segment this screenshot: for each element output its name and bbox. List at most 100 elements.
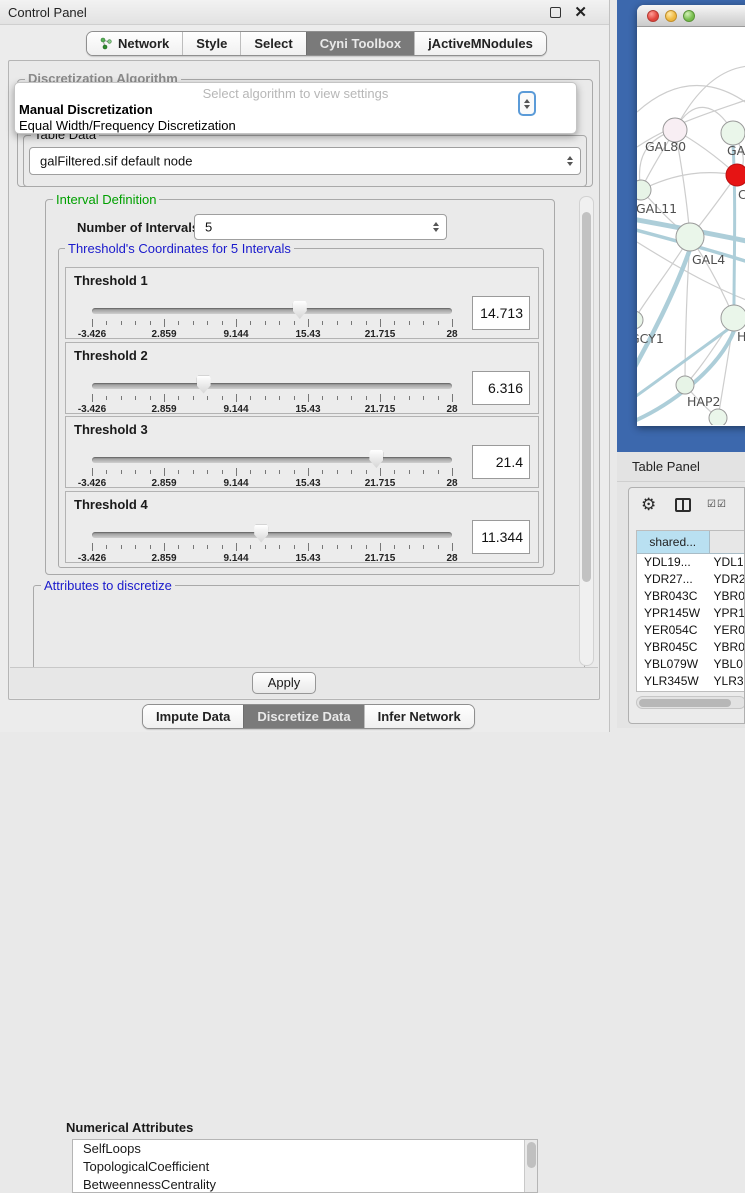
minimize-traffic-light-icon[interactable] [665, 10, 677, 22]
attribute-list-item[interactable]: SelfLoops [73, 1140, 537, 1158]
slider-thumb[interactable] [197, 376, 211, 394]
table-cell[interactable]: YPR145W [637, 605, 710, 622]
table-cell[interactable]: YLR345W [637, 673, 710, 690]
network-node[interactable] [721, 305, 745, 331]
table-row[interactable]: YBL079WYBL0 [637, 656, 745, 673]
network-node[interactable] [637, 180, 651, 200]
attribute-list-item[interactable]: BetweennessCentrality [73, 1176, 537, 1193]
threshold-slider[interactable]: -3.4262.8599.14415.4321.71528 [92, 308, 452, 338]
tab-style[interactable]: Style [182, 32, 240, 55]
settings-scrollbar[interactable] [579, 196, 594, 666]
dropdown-item-equal-width-frequency[interactable]: Equal Width/Frequency Discretization [19, 118, 236, 133]
table-cell[interactable]: YBR043C [637, 588, 710, 605]
network-node[interactable] [637, 311, 643, 329]
threshold-value-field[interactable] [472, 520, 530, 554]
slider-tick-labels: -3.4262.8599.14415.4321.71528 [92, 553, 452, 565]
threshold-value-field[interactable] [472, 445, 530, 479]
numerical-attributes-list[interactable]: SelfLoopsTopologicalCoefficientBetweenne… [72, 1139, 538, 1193]
close-traffic-light-icon[interactable] [647, 10, 659, 22]
tick-label: 9.144 [223, 329, 248, 340]
table-row[interactable]: YPR145WYPR1 [637, 605, 745, 622]
table-cell[interactable]: YDR27... [637, 571, 710, 588]
table-cell[interactable]: YDL1 [710, 554, 745, 571]
tab-network[interactable]: Network [87, 32, 182, 55]
slider-tick-labels: -3.4262.8599.14415.4321.71528 [92, 404, 452, 416]
scrollbar-thumb[interactable] [527, 1142, 536, 1168]
scrollbar-thumb[interactable] [639, 699, 731, 707]
dropdown-item-manual-discretization[interactable]: Manual Discretization [19, 102, 153, 117]
table-cell[interactable]: YBR0 [710, 588, 745, 605]
slider-thumb[interactable] [369, 450, 383, 468]
table-row[interactable]: YBR045CYBR0 [637, 639, 745, 656]
number-of-intervals-combobox[interactable]: 5 [194, 214, 447, 240]
table-row[interactable]: YER054CYER0 [637, 622, 745, 639]
gear-icon[interactable]: ⚙ [641, 495, 656, 515]
tick-label: -3.426 [78, 478, 106, 489]
node-label: GAL80 [645, 139, 686, 154]
slider-track[interactable] [92, 532, 452, 538]
zoom-traffic-light-icon[interactable] [683, 10, 695, 22]
threshold-slider[interactable]: -3.4262.8599.14415.4321.71528 [92, 457, 452, 487]
attributes-list-scrollbar[interactable] [524, 1140, 537, 1192]
network-node[interactable] [676, 223, 704, 251]
table-row[interactable]: YDR27...YDR2 [637, 571, 745, 588]
columns-icon[interactable] [675, 498, 691, 512]
table-row[interactable]: YBR043CYBR0 [637, 588, 745, 605]
network-view-window: GAL80GAL11GAL4GCY1HHAP2GAC [637, 5, 745, 426]
network-window-titlebar[interactable] [637, 5, 745, 27]
table-data-combobox[interactable]: galFiltered.sif default node [29, 147, 581, 175]
table-horizontal-scrollbar[interactable] [636, 696, 745, 709]
select-columns-icon[interactable]: ☑☑ [707, 499, 727, 510]
table-row[interactable]: YDL19...YDL1 [637, 554, 745, 571]
table-cell[interactable]: YER054C [637, 622, 710, 639]
algorithm-dropdown-popup: Select algorithm to view settings Manual… [14, 82, 577, 134]
column-header-name[interactable]: na [710, 531, 745, 553]
table-cell[interactable]: YDR2 [710, 571, 745, 588]
slider-track[interactable] [92, 308, 452, 314]
number-of-intervals-value: 5 [205, 220, 212, 235]
table-cell[interactable]: YBR045C [637, 639, 710, 656]
network-node[interactable] [726, 164, 745, 186]
tab-jactivemnodules[interactable]: jActiveMNodules [414, 32, 546, 55]
attribute-list-item[interactable]: TopologicalCoefficient [73, 1158, 537, 1176]
table-cell[interactable]: YPR1 [710, 605, 745, 622]
tab-infer-network[interactable]: Infer Network [364, 705, 474, 728]
table-row[interactable]: YLR345WYLR3 [637, 673, 745, 690]
tab-cyni-toolbox[interactable]: Cyni Toolbox [306, 32, 414, 55]
algorithm-combobox-stepper[interactable] [518, 91, 536, 116]
tick-label: 9.144 [223, 478, 248, 489]
tick-label: 9.144 [223, 553, 248, 564]
table-cell[interactable]: YLR3 [710, 673, 745, 690]
node-label: HAP2 [687, 394, 720, 409]
table-cell[interactable]: YER0 [710, 622, 745, 639]
apply-button[interactable]: Apply [252, 672, 316, 694]
network-canvas[interactable]: GAL80GAL11GAL4GCY1HHAP2GAC [637, 27, 745, 425]
table-cell[interactable]: YBL079W [637, 656, 710, 673]
table-cell[interactable]: YBL0 [710, 656, 745, 673]
network-node[interactable] [676, 376, 694, 394]
network-node[interactable] [721, 121, 745, 145]
network-node[interactable] [709, 409, 727, 425]
threshold-value-field[interactable] [472, 296, 530, 330]
node-label: GA [727, 143, 745, 158]
tab-impute-data[interactable]: Impute Data [143, 705, 243, 728]
slider-thumb[interactable] [254, 525, 268, 543]
close-icon[interactable]: ✕ [574, 3, 587, 21]
threshold-slider[interactable]: -3.4262.8599.14415.4321.71528 [92, 383, 452, 413]
threshold-value-field[interactable] [472, 371, 530, 405]
scrollbar-thumb[interactable] [582, 212, 591, 582]
thresholds-group-title: Threshold's Coordinates for 5 Intervals [65, 241, 294, 256]
threshold-slider[interactable]: -3.4262.8599.14415.4321.71528 [92, 532, 452, 562]
table-cell[interactable]: YDL19... [637, 554, 710, 571]
tick-label: -3.426 [78, 329, 106, 340]
float-window-icon[interactable] [550, 7, 561, 18]
tick-label: -3.426 [78, 553, 106, 564]
slider-thumb[interactable] [293, 301, 307, 319]
tab-select[interactable]: Select [240, 32, 305, 55]
table-cell[interactable]: YBR0 [710, 639, 745, 656]
slider-track[interactable] [92, 457, 452, 463]
tab-discretize-data[interactable]: Discretize Data [243, 705, 363, 728]
slider-track[interactable] [92, 383, 452, 389]
tick-label: 28 [446, 553, 457, 564]
column-header-shared-name[interactable]: shared... [637, 531, 710, 553]
